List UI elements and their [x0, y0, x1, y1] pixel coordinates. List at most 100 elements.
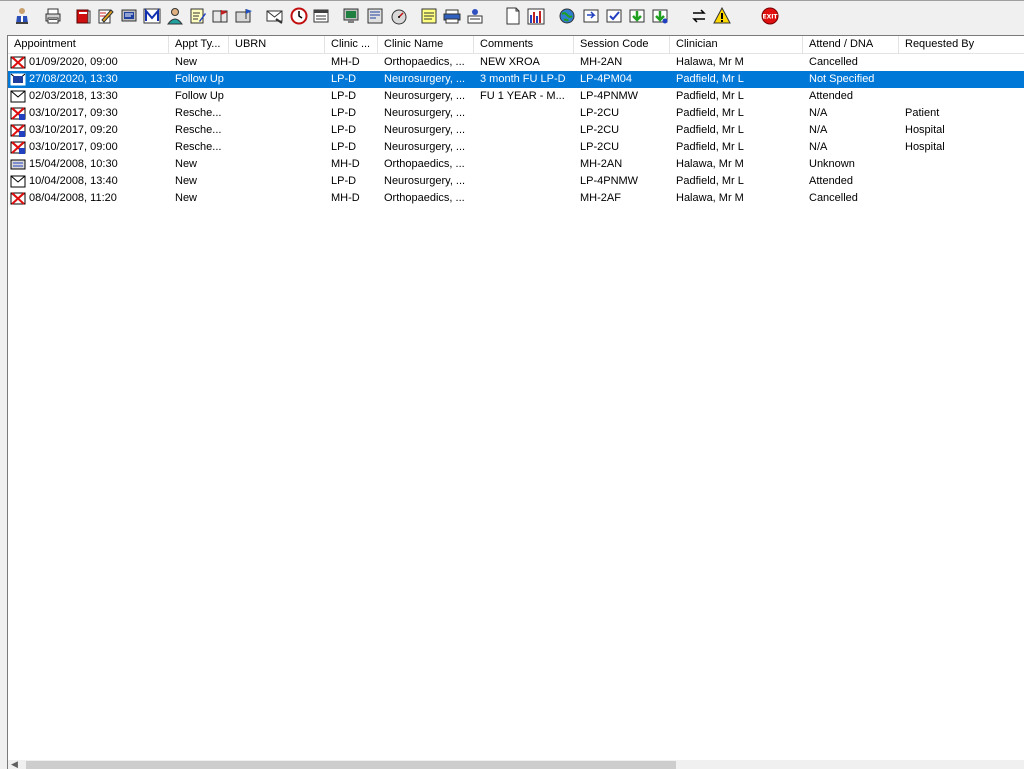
requested-by-cell: Hospital [905, 124, 945, 136]
appt-type-cell: New [175, 56, 198, 68]
table-row[interactable]: 03/10/2017, 09:00 Resche... LP-D Neurosurge… [8, 139, 1024, 156]
requested-by-cell [899, 88, 1024, 105]
session-code-cell: MH-2AN [580, 158, 623, 170]
pen-note-icon[interactable] [188, 6, 208, 26]
attend-dna-cell: Attended [809, 175, 854, 187]
appt-type-cell: Follow Up [175, 73, 224, 85]
clinician-cell: Padfield, Mr L [676, 107, 744, 119]
letter-m-icon[interactable] [142, 6, 162, 26]
table-row[interactable]: 10/04/2008, 13:40 New LP-D Neurosurgery, ..… [8, 173, 1024, 190]
clinician-cell: Padfield, Mr L [676, 73, 744, 85]
comments-cell [474, 190, 574, 207]
yellow-note-icon[interactable] [419, 6, 439, 26]
clock-icon[interactable] [289, 6, 309, 26]
clinician-cell: Halawa, Mr M [676, 192, 744, 204]
unknown-keyboard-icon [10, 157, 26, 172]
session-code-cell: LP-2CU [580, 141, 620, 153]
document-icon[interactable] [503, 6, 523, 26]
column-header-requested-by[interactable]: Requested By [899, 36, 1024, 53]
comments-cell [474, 173, 574, 190]
column-header-appointment[interactable]: Appointment [8, 36, 169, 53]
flag-folder-icon[interactable] [234, 6, 254, 26]
envelope-icon[interactable] [265, 6, 285, 26]
table-row[interactable]: 08/04/2008, 11:20 New MH-D Orthopaedics, ..… [8, 190, 1024, 207]
column-header-comments[interactable]: Comments [474, 36, 574, 53]
table-row[interactable]: 01/09/2020, 09:00 New MH-D Orthopaedics, ..… [8, 54, 1024, 71]
clinic-code-cell: MH-D [331, 56, 360, 68]
swap-arrows-icon[interactable] [689, 6, 709, 26]
attend-dna-cell: Attended [809, 90, 854, 102]
check-folder-icon[interactable] [604, 6, 624, 26]
exit-icon[interactable]: EXIT [760, 6, 780, 26]
ubrn-cell [229, 54, 325, 71]
attend-dna-cell: Unknown [809, 158, 855, 170]
form-icon[interactable] [365, 6, 385, 26]
list-window-icon[interactable] [311, 6, 331, 26]
requested-by-cell: Hospital [905, 141, 945, 153]
doctor-icon[interactable] [165, 6, 185, 26]
column-header-clinic-name[interactable]: Clinic Name [378, 36, 474, 53]
clinic-code-cell: LP-D [331, 90, 357, 102]
clinician-cell: Padfield, Mr L [676, 90, 744, 102]
appointments-list[interactable]: Appointment Appt Ty... UBRN Clinic ... C… [7, 35, 1024, 769]
ubrn-cell [229, 105, 325, 122]
appt-type-cell: Resche... [175, 107, 222, 119]
column-header-clinician[interactable]: Clinician [670, 36, 803, 53]
rescheduled-envelope-icon [10, 106, 26, 121]
attend-dna-cell: N/A [809, 107, 828, 119]
timer-icon[interactable] [389, 6, 409, 26]
list-header: Appointment Appt Ty... UBRN Clinic ... C… [8, 36, 1024, 54]
table-row[interactable]: 02/03/2018, 13:30 Follow Up LP-D Neurosurge… [8, 88, 1024, 105]
person-form-icon[interactable] [465, 6, 485, 26]
comments-cell: FU 1 YEAR - M... [480, 90, 565, 102]
bar-chart-icon[interactable] [526, 6, 546, 26]
clinic-name-cell: Neurosurgery, ... [384, 90, 466, 102]
warning-icon[interactable] [712, 6, 732, 26]
column-header-session-code[interactable]: Session Code [574, 36, 670, 53]
attend-dna-cell: Not Specified [809, 73, 875, 85]
clinician-cell: Halawa, Mr M [676, 56, 744, 68]
appointment-cell: 15/04/2008, 10:30 [29, 158, 118, 170]
attend-dna-cell: N/A [809, 141, 828, 153]
table-row[interactable]: 27/08/2020, 13:30 Follow Up LP-D Neurosurge… [8, 71, 1024, 88]
attended-envelope-icon [10, 89, 26, 104]
edit-notes-icon[interactable] [96, 6, 116, 26]
column-header-appt-type[interactable]: Appt Ty... [169, 36, 229, 53]
clinic-code-cell: LP-D [331, 175, 357, 187]
ubrn-cell [229, 88, 325, 105]
rescheduled-envelope-icon [10, 140, 26, 155]
column-header-ubrn[interactable]: UBRN [229, 36, 325, 53]
session-code-cell: MH-2AN [580, 56, 623, 68]
appointment-cell: 02/03/2018, 13:30 [29, 90, 118, 102]
screen-view-icon[interactable] [119, 6, 139, 26]
table-row[interactable]: 15/04/2008, 10:30 New MH-D Orthopaedics, ..… [8, 156, 1024, 173]
green-arrow-folder-icon[interactable] [627, 6, 647, 26]
clinician-cell: Halawa, Mr M [676, 158, 744, 170]
ubrn-cell [229, 173, 325, 190]
patient-user-icon[interactable] [12, 6, 32, 26]
table-row[interactable]: 03/10/2017, 09:20 Resche... LP-D Neurosurge… [8, 122, 1024, 139]
ubrn-cell [229, 190, 325, 207]
appointment-cell: 03/10/2017, 09:30 [29, 107, 118, 119]
printer-stack-icon[interactable] [442, 6, 462, 26]
red-book-icon[interactable] [73, 6, 93, 26]
globe-icon[interactable] [557, 6, 577, 26]
clinic-name-cell: Orthopaedics, ... [384, 192, 465, 204]
column-header-clinic-code[interactable]: Clinic ... [325, 36, 378, 53]
column-header-attend-dna[interactable]: Attend / DNA [803, 36, 899, 53]
table-row[interactable]: 03/10/2017, 09:30 Resche... LP-D Neurosurge… [8, 105, 1024, 122]
requested-by-cell [899, 190, 1024, 207]
printer-icon[interactable] [43, 6, 63, 26]
requested-by-cell [899, 156, 1024, 173]
appt-type-cell: Resche... [175, 124, 222, 136]
cancelled-envelope-icon [10, 55, 26, 70]
main-toolbar: EXIT [0, 1, 1024, 33]
flag-note-icon[interactable] [211, 6, 231, 26]
comments-cell: NEW XROA [480, 56, 540, 68]
monitor-icon[interactable] [341, 6, 361, 26]
appointment-cell: 27/08/2020, 13:30 [29, 73, 118, 85]
green-arrow-folder-2-icon[interactable] [650, 6, 670, 26]
arrow-folder-icon[interactable] [581, 6, 601, 26]
appt-type-cell: New [175, 192, 198, 204]
session-code-cell: MH-2AF [580, 192, 621, 204]
